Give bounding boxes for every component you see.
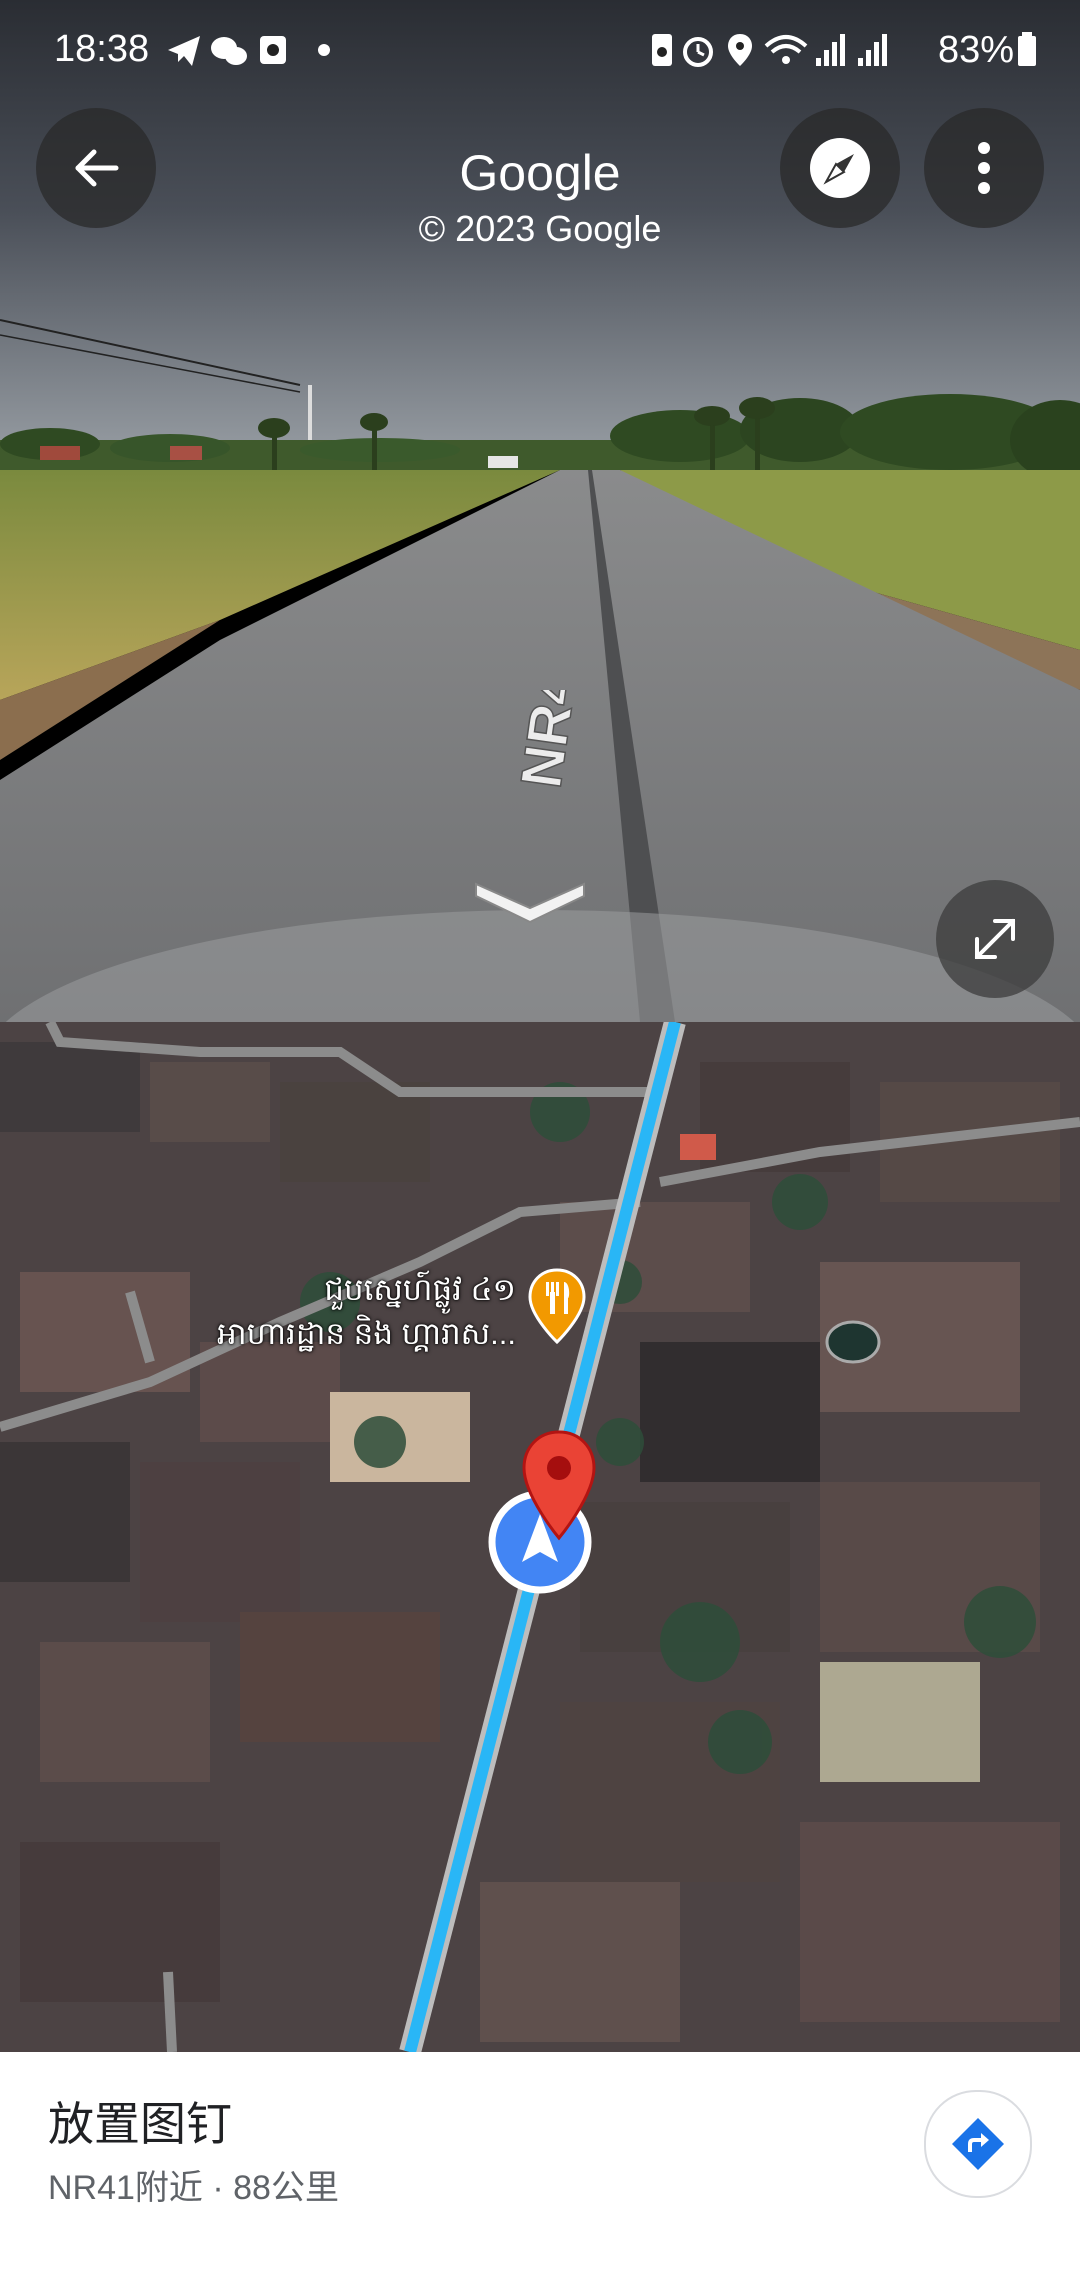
notification-icons (168, 36, 330, 66)
directions-icon (952, 2118, 1004, 2170)
signal-icon (815, 34, 845, 66)
more-options-button[interactable] (924, 108, 1044, 228)
fullscreen-icon (975, 919, 1015, 959)
status-right: 83% (648, 28, 1040, 72)
restaurant-pin[interactable] (528, 1268, 586, 1344)
place-title: 放置图钉 (48, 2098, 232, 2150)
street-view-panel[interactable]: 18:38 83% Google © 2023 Google NR41 (0, 0, 1080, 1022)
road-label: NR41 (508, 690, 595, 793)
place-subtitle: NR41附近 · 88公里 (48, 2169, 339, 2207)
battery-saver-icon (651, 34, 672, 66)
alarm-icon (682, 37, 713, 67)
dot-icon (318, 44, 330, 56)
telegram-icon (168, 36, 200, 66)
battery-icon (1018, 32, 1036, 66)
more-vert-icon (978, 142, 990, 194)
status-bar: 18:38 83% (0, 0, 1080, 96)
navigate-forward-arrow[interactable] (470, 868, 590, 928)
location-icon (727, 34, 752, 66)
directions-button[interactable] (924, 2090, 1032, 2198)
expand-button[interactable] (936, 880, 1054, 998)
compass-icon (810, 138, 870, 198)
street-view-copyright: © 2023 Google (418, 208, 662, 249)
dropped-pin[interactable] (520, 1428, 598, 1542)
road-label-text: NR41 (509, 690, 594, 792)
system-icons (651, 34, 887, 67)
wechat-icon (211, 37, 247, 65)
poi-label[interactable]: ជួបស្នេហ៍ផ្លូវ ៤១ អាហារដ្ឋាន និង ហ្គារាស… (176, 1268, 516, 1356)
bottom-sheet[interactable]: 放置图钉 NR41附近 · 88公里 (0, 2052, 1080, 2280)
battery-percent: 83% (937, 28, 1014, 71)
wifi-icon (764, 35, 808, 64)
signal-icon (857, 34, 887, 66)
street-view-title: Google (459, 145, 621, 201)
status-time: 18:38 (54, 28, 150, 70)
poi-name-line2: អាហារដ្ឋាន និង ហ្គារាស... (217, 1316, 516, 1351)
poi-name-line1: ជួបស្នេហ៍ផ្លូវ ៤១ (324, 1272, 516, 1307)
camera-app-icon (260, 36, 286, 64)
compass-button[interactable] (780, 108, 900, 228)
